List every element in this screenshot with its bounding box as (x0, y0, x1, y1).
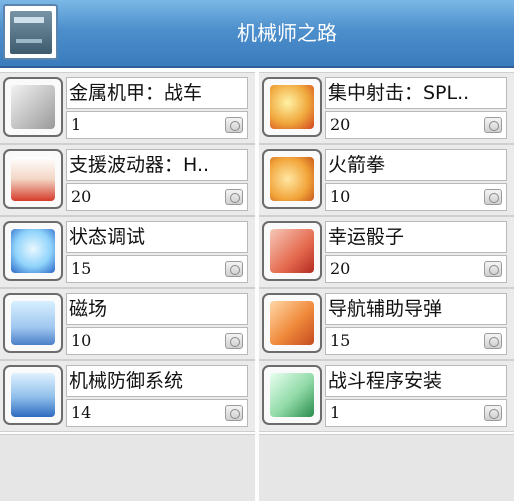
skill-up-button[interactable] (225, 405, 243, 421)
skill-slot[interactable]: 导航辅助导弹 15 (259, 288, 514, 360)
skill-slot[interactable]: 支援波动器：H.. 20 (0, 144, 255, 216)
skill-up-button[interactable] (484, 189, 502, 205)
skill-slot[interactable]: 幸运骰子 20 (259, 216, 514, 288)
skill-name: 磁场 (66, 293, 248, 325)
homing-missile-icon[interactable] (262, 293, 322, 353)
skill-level-value: 15 (330, 331, 351, 350)
skill-name: 状态调试 (66, 221, 248, 253)
skill-window-header: 机械师之路 (0, 0, 514, 68)
skill-up-button[interactable] (484, 117, 502, 133)
focused-shot-icon[interactable] (262, 77, 322, 137)
skill-level: 20 (66, 183, 248, 211)
skill-slot[interactable]: 机械防御系统 14 (0, 360, 255, 432)
skill-up-button[interactable] (225, 117, 243, 133)
empty-skill-slot (0, 434, 255, 501)
skill-level: 15 (325, 327, 507, 355)
rocket-punch-icon[interactable] (262, 149, 322, 209)
skill-up-button[interactable] (225, 189, 243, 205)
support-wave-icon[interactable] (3, 149, 63, 209)
metal-mech-tank-icon[interactable] (3, 77, 63, 137)
skill-slot[interactable]: 战斗程序安装 1 (259, 360, 514, 432)
skill-name: 机械防御系统 (66, 365, 248, 397)
magnetic-field-icon[interactable] (3, 293, 63, 353)
skill-book-icon (3, 4, 58, 60)
skill-level-value: 20 (330, 115, 351, 134)
skill-name: 战斗程序安装 (325, 365, 507, 397)
lucky-dice-icon[interactable] (262, 221, 322, 281)
battle-program-icon[interactable] (262, 365, 322, 425)
empty-skill-slot (259, 434, 514, 501)
skill-level-value: 1 (330, 403, 341, 422)
skill-slot[interactable]: 火箭拳 10 (259, 144, 514, 216)
skill-name: 支援波动器：H.. (66, 149, 248, 181)
skill-name: 集中射击：SPL.. (325, 77, 507, 109)
skill-level-value: 15 (71, 259, 92, 278)
skill-level-value: 10 (330, 187, 351, 206)
skill-name: 火箭拳 (325, 149, 507, 181)
status-debug-icon[interactable] (3, 221, 63, 281)
skill-name: 金属机甲：战车 (66, 77, 248, 109)
skill-level-value: 20 (71, 187, 92, 206)
skill-level: 10 (66, 327, 248, 355)
skill-level: 14 (66, 399, 248, 427)
skill-up-button[interactable] (225, 261, 243, 277)
skill-level: 15 (66, 255, 248, 283)
skill-slot[interactable]: 状态调试 15 (0, 216, 255, 288)
skill-level-value: 14 (71, 403, 92, 422)
skill-slot[interactable]: 金属机甲：战车 1 (0, 72, 255, 144)
skill-level: 1 (66, 111, 248, 139)
skill-name: 导航辅助导弹 (325, 293, 507, 325)
skill-up-button[interactable] (484, 333, 502, 349)
skill-up-button[interactable] (225, 333, 243, 349)
skill-level: 20 (325, 111, 507, 139)
skill-up-button[interactable] (484, 405, 502, 421)
skill-level: 1 (325, 399, 507, 427)
defense-system-icon[interactable] (3, 365, 63, 425)
skill-slot[interactable]: 磁场 10 (0, 288, 255, 360)
window-title: 机械师之路 (237, 21, 337, 45)
skill-slot[interactable]: 集中射击：SPL.. 20 (259, 72, 514, 144)
skill-up-button[interactable] (484, 261, 502, 277)
skill-level: 10 (325, 183, 507, 211)
skill-level-value: 1 (71, 115, 82, 134)
skill-level-value: 10 (71, 331, 92, 350)
skill-name: 幸运骰子 (325, 221, 507, 253)
skill-level: 20 (325, 255, 507, 283)
skill-level-value: 20 (330, 259, 351, 278)
